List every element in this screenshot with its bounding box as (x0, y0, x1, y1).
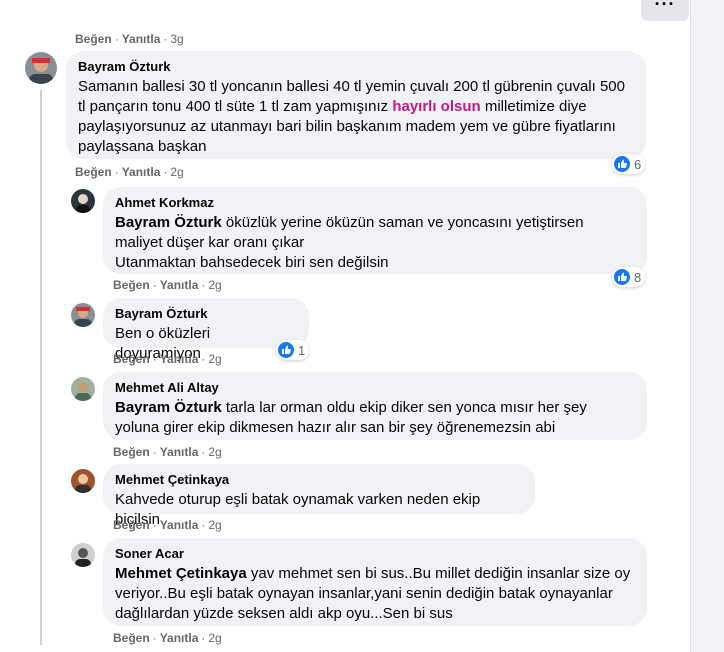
comment-actions: Beğen · Yanıtla · 2g (113, 352, 222, 366)
comments-panel: ··· Beğen · Yanıtla · 3g Bayram Özturk Saman… (0, 0, 691, 652)
more-options-button[interactable]: ··· (641, 0, 689, 21)
separator: · (163, 32, 168, 46)
comment-text: Bayram Özturk öküzlük yerine öküzün sama… (115, 213, 635, 253)
avatar-image (71, 303, 95, 327)
comment-time[interactable]: 2g (208, 445, 221, 459)
comment-actions: Beğen · Yanıtla · 2g (75, 165, 184, 179)
comment-time[interactable]: 2g (208, 631, 221, 645)
reply-link[interactable]: Yanıtla (160, 278, 199, 292)
avatar[interactable] (71, 377, 95, 401)
mention-link[interactable]: Bayram Özturk (115, 214, 222, 231)
highlighted-text[interactable]: hayırlı olsun (392, 98, 480, 115)
separator: · (152, 278, 157, 292)
separator: · (152, 631, 157, 645)
comment-text: Samanın ballesi 30 tl yoncanın ballesi 4… (78, 77, 634, 157)
comment-bubble: Bayram Özturk Samanın ballesi 30 tl yonc… (66, 51, 646, 159)
like-link[interactable]: Beğen (113, 352, 150, 366)
like-link[interactable]: Beğen (113, 278, 150, 292)
avatar[interactable] (25, 52, 57, 84)
reply-link[interactable]: Yanıtla (122, 165, 161, 179)
separator: · (201, 352, 206, 366)
more-options-label: ··· (654, 0, 676, 14)
separator: · (201, 278, 206, 292)
comment-time[interactable]: 2g (208, 518, 221, 532)
comment-bubble: Bayram Özturk Ben o öküzleri doyuramiyon (103, 298, 309, 362)
comment-bubble: Ahmet Korkmaz Bayram Özturk öküzlük yeri… (103, 187, 647, 274)
comment-author[interactable]: Soner Acar (115, 546, 635, 562)
comment-time[interactable]: 2g (208, 352, 221, 366)
like-link[interactable]: Beğen (113, 445, 150, 459)
comment-time[interactable]: 2g (208, 278, 221, 292)
avatar[interactable] (71, 189, 95, 213)
comment-actions: Beğen · Yanıtla · 2g (113, 518, 222, 532)
comment-author[interactable]: Bayram Özturk (78, 59, 634, 75)
like-link[interactable]: Beğen (75, 32, 112, 46)
separator: · (163, 165, 168, 179)
reaction-count[interactable]: 6 (612, 154, 646, 174)
mention-link[interactable]: Mehmet Çetinkaya (115, 565, 247, 582)
separator: · (201, 631, 206, 645)
mention-link[interactable]: Bayram Özturk (115, 399, 222, 416)
like-link[interactable]: Beğen (113, 518, 150, 532)
comment-author[interactable]: Mehmet Çetinkaya (115, 472, 523, 488)
reply-link[interactable]: Yanıtla (122, 32, 161, 46)
avatar-image (71, 469, 95, 493)
reaction-number: 1 (298, 342, 306, 358)
reply-link[interactable]: Yanıtla (160, 352, 199, 366)
comment-actions: Beğen · Yanıtla · 2g (113, 445, 222, 459)
thread-line (40, 90, 42, 645)
like-reaction-icon (614, 156, 630, 172)
comment-author[interactable]: Ahmet Korkmaz (115, 195, 635, 211)
separator: · (201, 518, 206, 532)
comment-author[interactable]: Bayram Özturk (115, 306, 297, 322)
separator: · (201, 445, 206, 459)
separator: · (114, 32, 119, 46)
comment-text: Bayram Özturk tarla lar orman oldu ekip … (115, 398, 635, 438)
like-reaction-icon (278, 342, 294, 358)
like-link[interactable]: Beğen (113, 631, 150, 645)
separator: · (114, 165, 119, 179)
comment-time[interactable]: 2g (170, 165, 183, 179)
reaction-count[interactable]: 8 (612, 267, 646, 287)
comment-bubble: Soner Acar Mehmet Çetinkaya yav mehmet s… (103, 538, 647, 626)
separator: · (152, 445, 157, 459)
avatar-image (71, 377, 95, 401)
comment-actions: Beğen · Yanıtla · 2g (113, 631, 222, 645)
reply-link[interactable]: Yanıtla (160, 445, 199, 459)
avatar-image (25, 52, 57, 84)
comment-time[interactable]: 3g (170, 32, 183, 46)
reaction-count[interactable]: 1 (276, 340, 310, 360)
avatar[interactable] (71, 303, 95, 327)
comment-author[interactable]: Mehmet Ali Altay (115, 380, 635, 396)
reaction-number: 6 (634, 156, 642, 172)
comment-actions-prev: Beğen · Yanıtla · 3g (75, 32, 184, 46)
comment-actions: Beğen · Yanıtla · 2g (113, 278, 222, 292)
avatar[interactable] (71, 543, 95, 567)
reaction-number: 8 (634, 269, 642, 285)
reply-link[interactable]: Yanıtla (160, 631, 199, 645)
comment-text-line2: Utanmaktan bahsedecek biri sen değilsin (115, 254, 389, 271)
comment-text: Mehmet Çetinkaya yav mehmet sen bi sus..… (115, 564, 635, 624)
avatar-image (71, 189, 95, 213)
reply-link[interactable]: Yanıtla (160, 518, 199, 532)
comment-bubble: Mehmet Çetinkaya Kahvede oturup eşli bat… (103, 464, 535, 528)
separator: · (152, 352, 157, 366)
comment-bubble: Mehmet Ali Altay Bayram Özturk tarla lar… (103, 372, 647, 440)
avatar[interactable] (71, 469, 95, 493)
separator: · (152, 518, 157, 532)
like-reaction-icon (614, 269, 630, 285)
avatar-image (71, 543, 95, 567)
like-link[interactable]: Beğen (75, 165, 112, 179)
